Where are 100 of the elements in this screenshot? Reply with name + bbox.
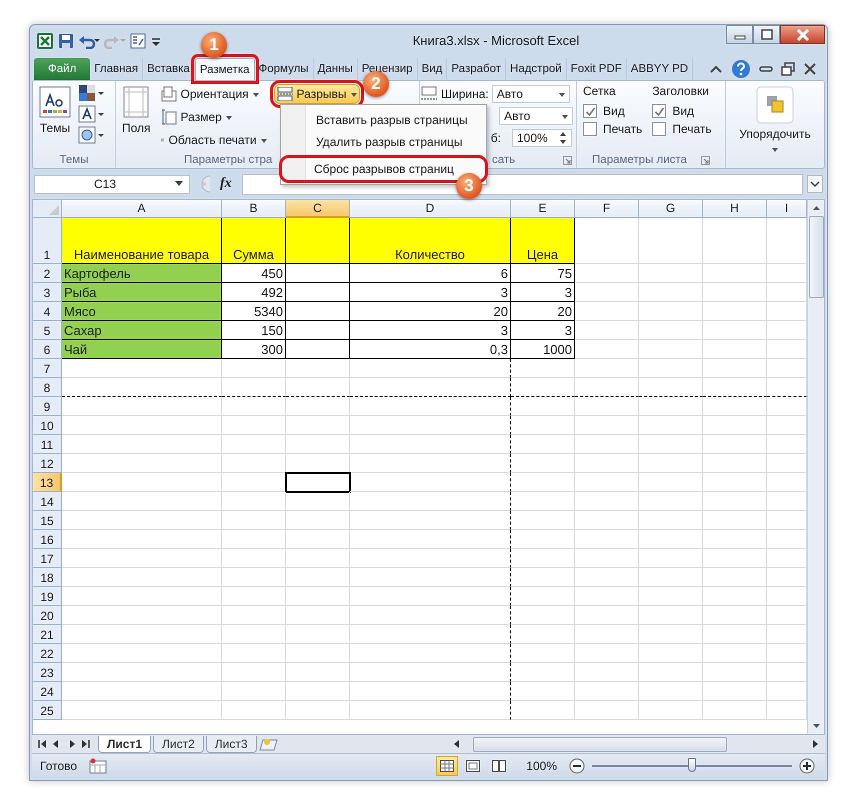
dropdown-arrow-icon[interactable]: [175, 181, 183, 187]
table-cell: [703, 416, 767, 435]
menu-item[interactable]: Удалить разрыв страницы: [283, 132, 484, 152]
row-header[interactable]: 21: [33, 625, 62, 644]
checkbox[interactable]: Печать: [583, 122, 642, 136]
checkbox[interactable]: Вид: [583, 104, 642, 118]
row-header[interactable]: 12: [33, 454, 62, 473]
close-button[interactable]: [780, 25, 825, 44]
column-header[interactable]: F: [575, 200, 639, 218]
themes-icon: [39, 86, 71, 118]
name-box[interactable]: C13: [34, 174, 190, 194]
width-dropdown[interactable]: Авто: [492, 85, 570, 103]
maximize-button[interactable]: [753, 25, 780, 44]
table-cell: [222, 359, 286, 378]
menu-item[interactable]: Вставить разрыв страницы: [283, 110, 484, 130]
theme-effects-icon[interactable]: [78, 126, 104, 144]
row-header[interactable]: 14: [33, 492, 62, 511]
close-icon[interactable]: [803, 62, 817, 76]
checkbox[interactable]: [583, 122, 597, 136]
size-button[interactable]: Размер: [158, 107, 270, 127]
scale-spinner[interactable]: 100%: [512, 129, 572, 147]
column-header[interactable]: C: [286, 200, 350, 218]
row-header[interactable]: 20: [33, 606, 62, 625]
table-cell: Сахар: [62, 321, 222, 340]
row-header[interactable]: 6: [33, 340, 62, 359]
scroll-thumb[interactable]: [473, 736, 727, 752]
table-cell: Рыба: [62, 283, 222, 302]
help-icon[interactable]: [731, 59, 751, 79]
column-header[interactable]: G: [639, 200, 703, 218]
column-header[interactable]: I: [767, 200, 807, 218]
margins-icon: [123, 86, 150, 118]
themes-button[interactable]: Темы: [36, 84, 74, 152]
minimize-button[interactable]: [726, 25, 753, 44]
row-header[interactable]: 3: [33, 283, 62, 302]
row-header[interactable]: 10: [33, 416, 62, 435]
sheet-tab[interactable]: Лист3: [206, 736, 257, 752]
scroll-thumb[interactable]: [808, 216, 824, 298]
checkbox[interactable]: Печать: [652, 122, 712, 136]
file-tab[interactable]: Файл: [34, 58, 90, 80]
row-header[interactable]: 8: [33, 378, 62, 397]
row-header[interactable]: 13: [33, 473, 62, 492]
theme-colors-icon[interactable]: [78, 84, 104, 102]
checkbox[interactable]: [652, 104, 666, 118]
minimize-icon[interactable]: [759, 64, 773, 74]
zoom-slider-thumb[interactable]: [688, 758, 696, 772]
sheet-tab[interactable]: Лист1: [98, 736, 152, 752]
row-header[interactable]: 17: [33, 549, 62, 568]
column-header[interactable]: A: [62, 200, 222, 218]
save-icon[interactable]: [58, 32, 74, 48]
vertical-scrollbar[interactable]: [807, 200, 824, 734]
column-header[interactable]: B: [222, 200, 286, 218]
column-header[interactable]: D: [350, 200, 511, 218]
print-area-button[interactable]: Область печати: [158, 130, 270, 150]
caret-up-icon[interactable]: [709, 63, 723, 75]
arrange-button[interactable]: Упорядочить: [736, 84, 814, 157]
normal-view-button[interactable]: [436, 756, 458, 776]
table-cell: [286, 321, 350, 340]
height-dropdown[interactable]: Авто: [499, 107, 573, 125]
table-cell: [222, 492, 286, 511]
insert-function-button[interactable]: fx: [214, 176, 238, 192]
row-header[interactable]: 4: [33, 302, 62, 321]
column-header[interactable]: H: [703, 200, 767, 218]
excel-logo-icon[interactable]: [36, 32, 54, 50]
row-header[interactable]: 7: [33, 359, 62, 378]
table-cell: Наименование товара: [62, 218, 222, 264]
row-header[interactable]: 25: [33, 701, 62, 720]
table-cell: [286, 397, 350, 416]
sheet-tab[interactable]: Лист2: [153, 736, 204, 752]
row-header[interactable]: 9: [33, 397, 62, 416]
theme-fonts-icon[interactable]: [78, 105, 104, 123]
row-header[interactable]: 2: [33, 264, 62, 283]
checkbox[interactable]: [583, 104, 597, 118]
table-cell: [703, 359, 767, 378]
zoom-level[interactable]: 100%: [526, 759, 557, 773]
row-header[interactable]: 5: [33, 321, 62, 340]
record-macro-icon[interactable]: [89, 758, 108, 774]
margins-button[interactable]: Поля: [119, 84, 154, 152]
orientation-button[interactable]: Ориентация: [158, 84, 270, 104]
row-header[interactable]: 1: [33, 218, 62, 264]
row-header[interactable]: 18: [33, 568, 62, 587]
checkbox[interactable]: Вид: [652, 104, 712, 118]
expand-icon[interactable]: [807, 175, 823, 193]
table-cell: [575, 587, 639, 606]
restore-icon[interactable]: [781, 62, 795, 76]
form-icon[interactable]: [130, 32, 146, 48]
row-header[interactable]: 23: [33, 663, 62, 682]
checkbox[interactable]: [652, 122, 666, 136]
zoom-in-icon[interactable]: [799, 758, 815, 774]
row-header[interactable]: 15: [33, 511, 62, 530]
column-header[interactable]: E: [511, 200, 575, 218]
dialog-launcher-icon[interactable]: [563, 156, 572, 164]
dialog-launcher-icon[interactable]: [700, 156, 710, 164]
row-header[interactable]: 11: [33, 435, 62, 454]
row-header[interactable]: 16: [33, 530, 62, 549]
spinner-arrows-icon[interactable]: [559, 131, 567, 145]
row-header[interactable]: 19: [33, 587, 62, 606]
row-header[interactable]: 22: [33, 644, 62, 663]
table-cell: [222, 587, 286, 606]
zoom-out-icon[interactable]: [569, 758, 585, 774]
row-header[interactable]: 24: [33, 682, 62, 701]
